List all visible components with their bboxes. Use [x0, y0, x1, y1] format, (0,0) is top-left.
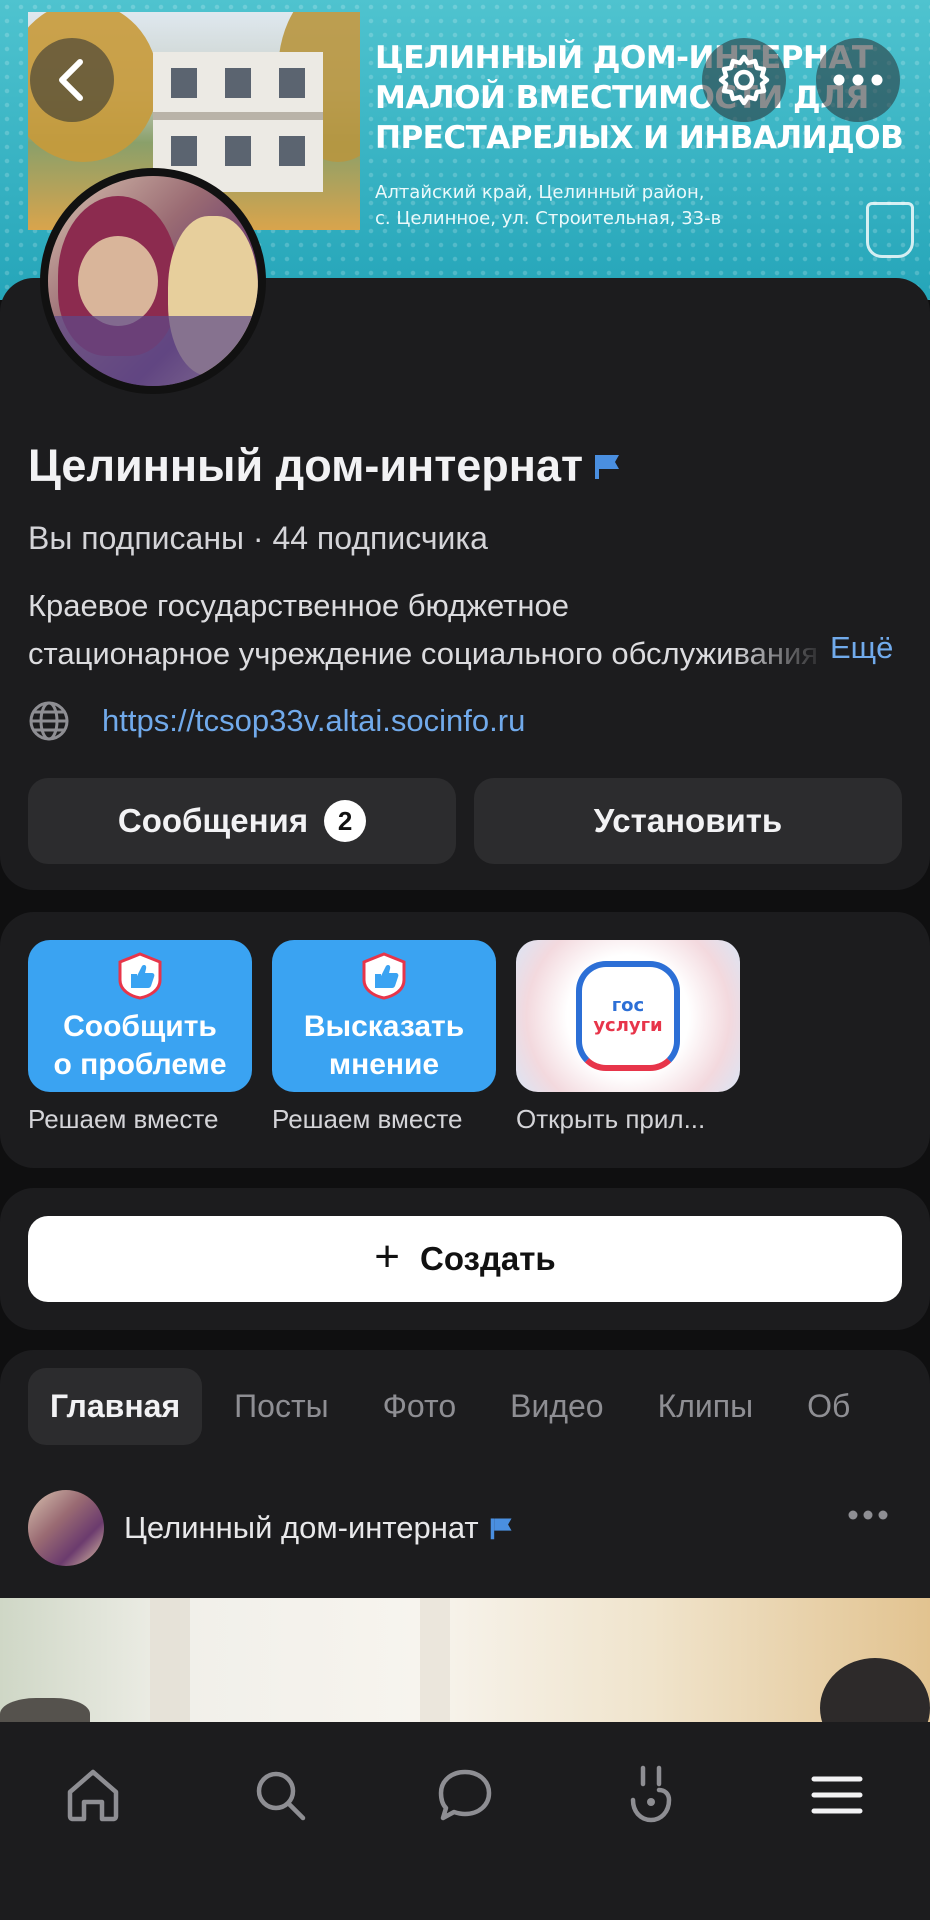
more-button[interactable] — [816, 38, 900, 122]
services-card: Сообщить о проблеме Решаем вместе Высказа… — [0, 912, 930, 1168]
service-gosuslugi[interactable]: гос услуги Открыть прил... — [516, 940, 740, 1135]
post-author[interactable]: Целинный дом-интернат — [124, 1510, 479, 1546]
flag-icon — [490, 1518, 512, 1540]
create-button[interactable]: + Создать — [28, 1216, 902, 1302]
service-give-opinion[interactable]: Высказать мнение Решаем вместе — [272, 940, 496, 1135]
service-caption: Открыть прил... — [516, 1104, 706, 1134]
service-caption: Решаем вместе — [272, 1104, 463, 1134]
messages-badge: 2 — [324, 800, 367, 842]
search-icon — [256, 1771, 306, 1821]
tab-photo[interactable]: Фото — [361, 1368, 479, 1445]
thumbs-up-icon — [362, 952, 406, 1000]
post-avatar[interactable] — [28, 1490, 104, 1566]
subscribers-count[interactable]: Вы подписаны · 44 подписчика — [28, 520, 488, 557]
gear-icon — [718, 54, 770, 106]
bottom-nav — [0, 1722, 930, 1920]
service-report-problem[interactable]: Сообщить о проблеме Решаем вместе — [28, 940, 252, 1135]
clips-icon — [630, 1765, 672, 1823]
description: Краевое государственное бюджетное стацио… — [28, 588, 819, 671]
chevron-left-icon — [59, 59, 83, 101]
plus-icon: + — [374, 1232, 400, 1281]
website-link[interactable]: https://tcsop33v.altai.socinfo.ru — [102, 703, 525, 739]
post-image[interactable] — [0, 1598, 930, 1722]
thumbs-up-icon — [118, 952, 162, 1000]
post-header: Целинный дом-интернат — [28, 1490, 515, 1566]
profile-name-row: Целинный дом-интернат — [28, 440, 623, 492]
more-link[interactable]: Ещё — [830, 630, 893, 666]
nav-home[interactable] — [58, 1760, 128, 1830]
home-icon — [67, 1769, 119, 1822]
gosuslugi-logo: гос услуги — [576, 961, 680, 1071]
messages-button[interactable]: Сообщения 2 — [28, 778, 456, 864]
website-row[interactable]: https://tcsop33v.altai.socinfo.ru — [28, 700, 525, 742]
service-caption: Решаем вместе — [28, 1104, 219, 1134]
nav-menu[interactable] — [802, 1760, 872, 1830]
tab-posts[interactable]: Посты — [212, 1368, 350, 1445]
tab-main[interactable]: Главная — [28, 1368, 203, 1445]
menu-icon — [811, 1776, 863, 1814]
cover-address: Алтайский край, Целинный район, с. Целин… — [375, 182, 722, 229]
settings-button[interactable] — [702, 38, 786, 122]
emblem-icon — [866, 202, 914, 258]
page-title: Целинный дом-интернат — [28, 440, 584, 491]
nav-search[interactable] — [245, 1760, 315, 1830]
create-card: + Создать — [0, 1188, 930, 1330]
nav-messages[interactable] — [430, 1760, 500, 1830]
more-horizontal-icon — [833, 74, 883, 86]
messages-icon — [438, 1769, 492, 1821]
back-button[interactable] — [30, 38, 114, 122]
install-button[interactable]: Установить — [474, 778, 902, 864]
tab-video[interactable]: Видео — [488, 1368, 625, 1445]
nav-clips[interactable] — [616, 1760, 686, 1830]
tab-clips[interactable]: Клипы — [636, 1368, 776, 1445]
tab-about[interactable]: Об — [785, 1368, 872, 1445]
flag-icon — [595, 455, 620, 479]
profile-tabs: Главная Посты Фото Видео Клипы Об — [28, 1368, 882, 1445]
globe-icon — [29, 701, 69, 741]
avatar[interactable] — [40, 168, 266, 394]
post-more-icon[interactable] — [848, 1510, 888, 1520]
